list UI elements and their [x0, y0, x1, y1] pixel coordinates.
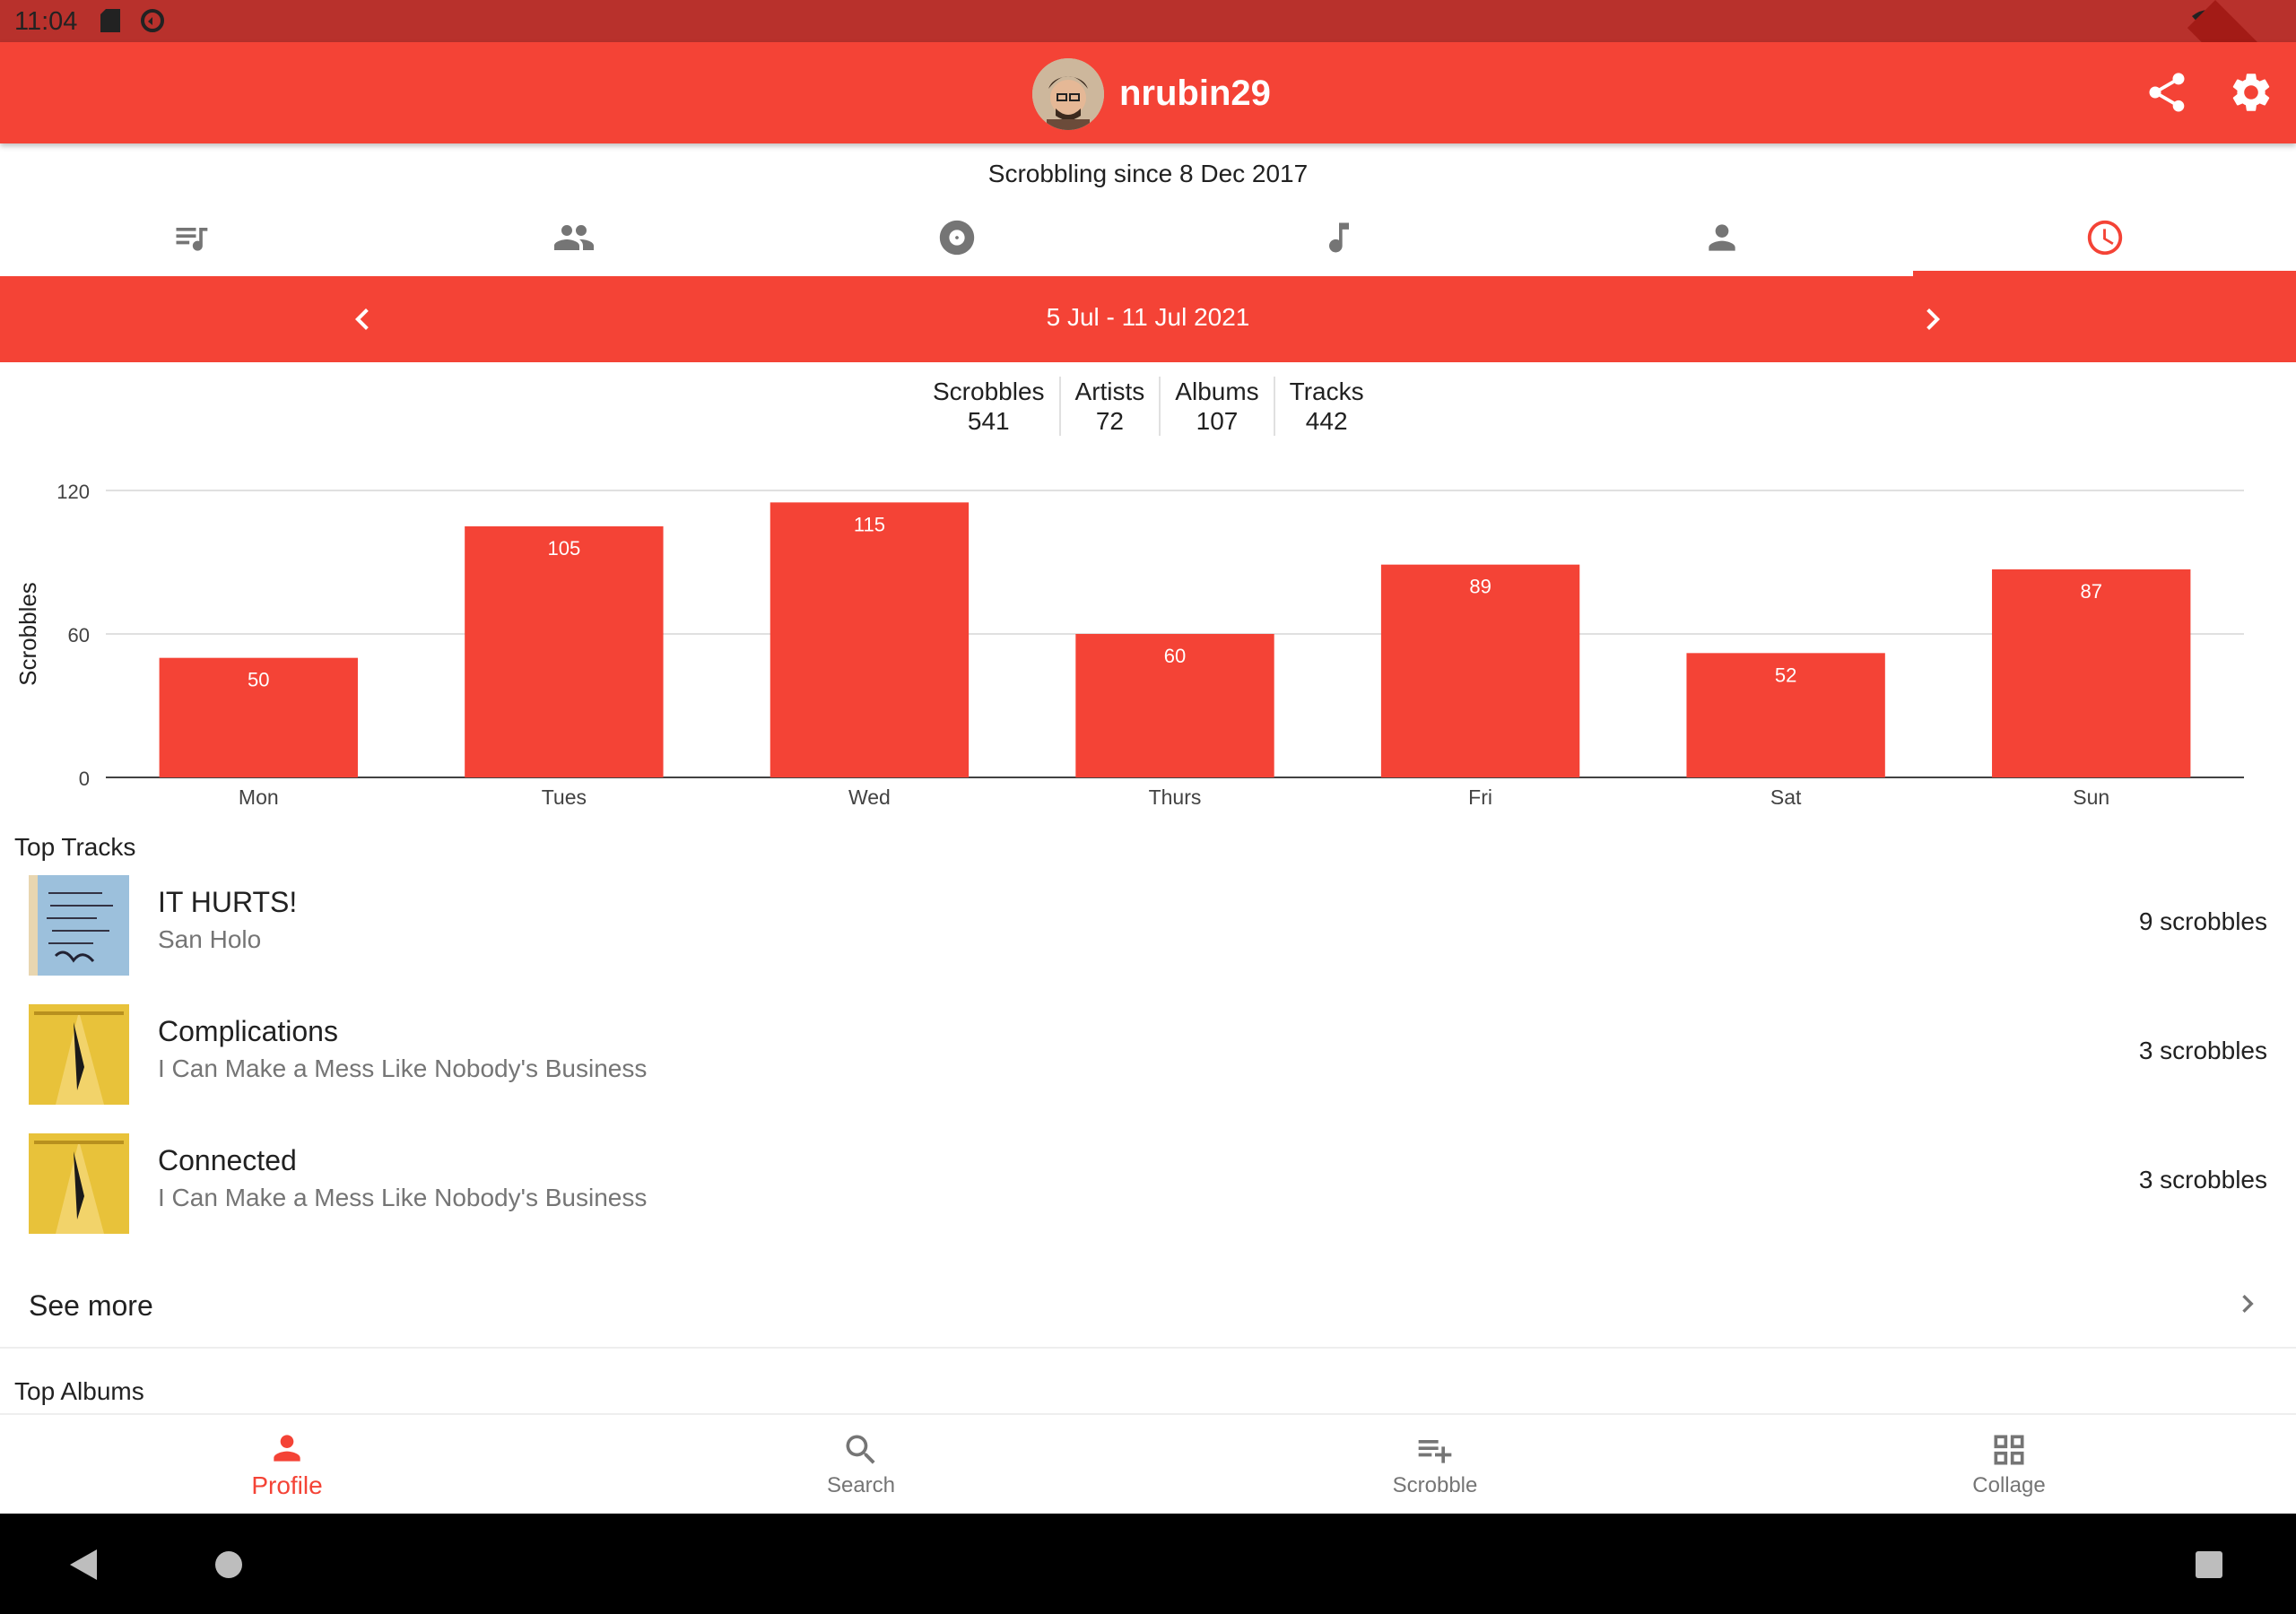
share-icon — [2149, 73, 2185, 112]
chevron-right-icon — [2242, 1295, 2254, 1313]
share-button[interactable] — [2144, 69, 2190, 116]
nav-label: Collage — [1972, 1473, 2046, 1497]
bar-value-label: 89 — [1469, 576, 1491, 598]
nav-label: Search — [826, 1473, 896, 1497]
tab-scrobbles[interactable] — [0, 199, 383, 276]
see-more-label: See more — [29, 1289, 153, 1322]
back-icon[interactable] — [70, 1549, 97, 1580]
y-tick-label: 120 — [57, 481, 90, 503]
person-icon — [1709, 224, 1735, 251]
bar-value-label: 105 — [547, 537, 580, 560]
status-time: 11:04 — [14, 7, 78, 36]
album-art — [29, 1133, 129, 1234]
sync-icon — [140, 8, 165, 38]
nav-scrobble[interactable]: Scrobble — [1148, 1415, 1722, 1514]
bar-value-label: 60 — [1164, 645, 1186, 667]
system-navigation-bar — [0, 1514, 2296, 1614]
status-bar: 11:04 — [0, 0, 2296, 42]
album-art — [29, 875, 129, 976]
stat-label: Scrobbles — [933, 377, 1045, 405]
chart-bar — [770, 502, 970, 777]
tab-period[interactable] — [1913, 199, 2296, 276]
date-range-bar: 5 Jul - 11 Jul 2021 — [0, 276, 2296, 362]
clock-icon — [2087, 220, 2122, 256]
track-artist: I Can Make a Mess Like Nobody's Business — [158, 1184, 648, 1211]
top-albums-heading: Top Albums — [14, 1377, 144, 1405]
stat-label: Albums — [1175, 377, 1259, 405]
x-tick-label: Thurs — [1149, 785, 1202, 809]
stat-value: 442 — [1305, 407, 1348, 435]
stat-value: 107 — [1196, 407, 1239, 435]
stat-scrobbles: Scrobbles 541 — [918, 377, 1059, 436]
track-name: IT HURTS! — [158, 886, 298, 918]
username-title: nrubin29 — [1119, 74, 1271, 113]
tab-artists[interactable] — [383, 199, 766, 276]
nav-profile[interactable]: Profile — [0, 1415, 574, 1514]
stat-value: 541 — [967, 407, 1010, 435]
playlist-add-icon — [1418, 1440, 1452, 1463]
stat-value: 72 — [1095, 407, 1124, 435]
bar-value-label: 52 — [1775, 664, 1796, 686]
settings-button[interactable] — [2228, 69, 2274, 116]
nav-collage[interactable]: Collage — [1722, 1415, 2296, 1514]
track-row[interactable]: IT HURTS! San Holo 9 scrobbles — [0, 852, 2296, 981]
track-scrobble-count: 3 scrobbles — [2138, 1166, 2267, 1193]
x-tick-label: Fri — [1468, 785, 1492, 809]
x-tick-label: Tues — [542, 785, 587, 809]
nav-label: Profile — [251, 1471, 323, 1499]
gear-icon — [2232, 74, 2270, 111]
album-disc-icon — [939, 220, 974, 256]
x-tick-label: Mon — [239, 785, 279, 809]
track-scrobble-count: 9 scrobbles — [2138, 907, 2267, 935]
y-axis-label: Scrobbles — [14, 582, 41, 686]
stat-tracks: Tracks 442 — [1273, 377, 1378, 436]
album-art — [29, 1004, 129, 1105]
sd-card-icon — [100, 9, 120, 37]
search-icon — [846, 1435, 875, 1464]
avatar — [1032, 58, 1104, 130]
tab-albums[interactable] — [765, 199, 1148, 276]
track-name: Connected — [158, 1144, 297, 1176]
playlist-music-icon — [176, 228, 208, 251]
recents-icon[interactable] — [2196, 1551, 2222, 1578]
tab-friends[interactable] — [1531, 199, 1914, 276]
track-row[interactable]: Complications I Can Make a Mess Like Nob… — [0, 981, 2296, 1110]
period-stats: Scrobbles 541 Artists 72 Albums 107 Trac… — [918, 377, 1378, 436]
nav-search[interactable]: Search — [574, 1415, 1148, 1514]
x-tick-label: Sat — [1770, 785, 1802, 809]
app-bar: nrubin29 — [0, 42, 2296, 143]
bottom-navigation: Profile Search Scrobble Collage — [0, 1413, 2296, 1514]
x-tick-label: Sun — [2073, 785, 2109, 809]
next-period-button[interactable] — [1911, 298, 1954, 341]
people-icon — [554, 225, 594, 250]
x-tick-label: Wed — [848, 785, 891, 809]
home-icon[interactable] — [215, 1551, 242, 1578]
chart-bar — [465, 526, 664, 777]
profile-tabs — [0, 199, 2296, 276]
stat-label: Tracks — [1289, 377, 1364, 405]
person-icon — [274, 1435, 300, 1462]
grid-icon — [1994, 1435, 2024, 1465]
y-tick-label: 60 — [68, 624, 90, 646]
stat-albums: Albums 107 — [1159, 377, 1273, 436]
track-artist: I Can Make a Mess Like Nobody's Business — [158, 1054, 648, 1082]
y-tick-label: 0 — [79, 768, 90, 790]
bar-value-label: 87 — [2080, 580, 2101, 603]
chevron-right-icon — [1926, 308, 1940, 330]
track-artist: San Holo — [158, 925, 262, 953]
stat-label: Artists — [1074, 377, 1145, 405]
track-scrobble-count: 3 scrobbles — [2138, 1037, 2267, 1064]
music-note-icon — [1329, 222, 1350, 253]
bar-value-label: 115 — [854, 513, 885, 535]
stat-artists: Artists 72 — [1058, 377, 1160, 436]
scrobbles-bar-chart: 0 60 120 Scrobbles 50 Mon 105 Tues 115 Wed 60 Thurs… — [14, 481, 2244, 809]
tab-tracks[interactable] — [1148, 199, 1531, 276]
track-name: Complications — [158, 1015, 338, 1047]
nav-label: Scrobble — [1392, 1473, 1478, 1497]
track-row[interactable]: Connected I Can Make a Mess Like Nobody'… — [0, 1110, 2296, 1239]
bar-value-label: 50 — [248, 669, 269, 691]
see-more-tracks-button[interactable]: See more — [0, 1263, 2296, 1349]
scrobbling-since: Scrobbling since 8 Dec 2017 — [987, 160, 1309, 187]
